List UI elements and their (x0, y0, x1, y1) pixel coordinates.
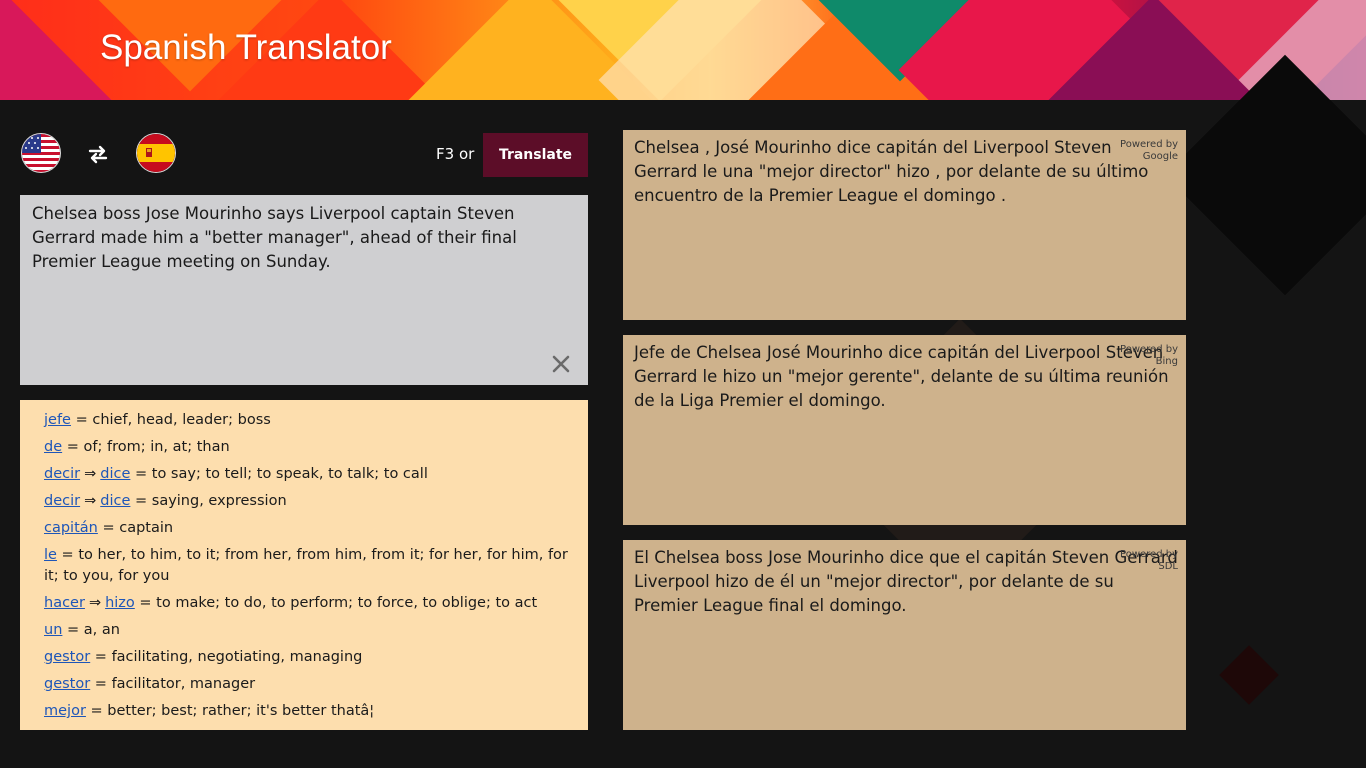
provider-name: Bing (1155, 356, 1178, 367)
translation-text: El Chelsea boss Jose Mourinho dice que e… (634, 548, 1178, 615)
dictionary-word-link[interactable]: le (44, 547, 57, 563)
dictionary-form-link[interactable]: hizo (105, 595, 135, 611)
dictionary-definition: = captain (97, 520, 174, 536)
translation-text: Chelsea , José Mourinho dice capitán del… (634, 138, 1149, 205)
provider-name: SDL (1158, 561, 1178, 572)
dictionary-word-link[interactable]: jefe (44, 412, 71, 428)
dictionary-word-link[interactable]: decir (44, 466, 80, 482)
dictionary-word-link[interactable]: de (44, 439, 62, 455)
dictionary-definition: = facilitator, manager (90, 676, 256, 692)
sdl-translation-card: El Chelsea boss Jose Mourinho dice que e… (623, 540, 1186, 730)
dictionary-entry: jefe = chief, head, leader; boss (44, 410, 568, 431)
bing-translation-card: Jefe de Chelsea José Mourinho dice capit… (623, 335, 1186, 525)
dictionary-entry: gestor = facilitator, manager (44, 674, 568, 695)
app-title: Spanish Translator (100, 28, 392, 67)
translate-button[interactable]: Translate (483, 133, 588, 177)
powered-by-sdl: Powered by SDL (1108, 549, 1178, 573)
dictionary-word-link[interactable]: un (44, 622, 62, 638)
dictionary-word-link[interactable]: gestor (44, 676, 90, 692)
dictionary-word-link[interactable]: mejor (44, 703, 86, 719)
inflection-arrow: ⇒ (84, 493, 97, 509)
swap-arrows-icon[interactable] (86, 142, 110, 166)
dictionary-entry: decir ⇒ dice = saying, expression (44, 491, 568, 512)
dictionary-entry: mejor = better; best; rather; it's bette… (44, 701, 568, 722)
dictionary-entry: capitán = captain (44, 518, 568, 539)
dictionary-definition: = to her, to him, to it; from her, from … (44, 547, 568, 584)
dictionary-form-link[interactable]: dice (100, 493, 130, 509)
dictionary-definition: = facilitating, negotiating, managing (90, 649, 363, 665)
spain-flag-icon (137, 134, 175, 172)
dictionary-entry: le = to her, to him, to it; from her, fr… (44, 545, 568, 587)
powered-by-label: Powered by (1120, 549, 1178, 560)
dictionary-definition: = chief, head, leader; boss (70, 412, 271, 428)
dictionary-word-link[interactable]: capitán (44, 520, 98, 536)
inflection-arrow: ⇒ (88, 595, 102, 611)
powered-by-bing: Powered by Bing (1108, 344, 1178, 368)
inflection-arrow: ⇒ (84, 466, 97, 482)
target-language-flag[interactable] (136, 133, 176, 173)
us-flag-icon (22, 134, 60, 172)
provider-name: Google (1142, 151, 1178, 162)
dictionary-word-link[interactable]: decir (44, 493, 80, 509)
dictionary-definition: = better; best; rather; it's better that… (85, 703, 375, 719)
powered-by-label: Powered by (1120, 139, 1178, 150)
close-icon[interactable] (550, 353, 572, 375)
dictionary-definition: = of; from; in, at; than (62, 439, 230, 455)
dictionary-form-link[interactable]: dice (100, 466, 130, 482)
dictionary-entry: gestor = facilitating, negotiating, mana… (44, 647, 568, 668)
background-decoration (1219, 645, 1279, 705)
dictionary-panel[interactable]: jefe = chief, head, leader; boss de = of;… (20, 400, 588, 730)
dictionary-entry: de = of; from; in, at; than (44, 437, 568, 458)
dictionary-word-link[interactable]: hacer (44, 595, 85, 611)
header-banner: Spanish Translator (0, 0, 1366, 100)
source-language-flag[interactable] (21, 133, 61, 173)
powered-by-label: Powered by (1120, 344, 1178, 355)
dictionary-entry: hacer ⇒ hizo = to make; to do, to perform;… (44, 593, 568, 614)
dictionary-definition: = to say; to tell; to speak, to talk; to… (130, 466, 428, 482)
dictionary-definition: = a, an (62, 622, 120, 638)
dictionary-word-link[interactable]: gestor (44, 649, 90, 665)
dictionary-definition: = saying, expression (130, 493, 287, 509)
source-text-input[interactable]: Chelsea boss Jose Mourinho says Liverpoo… (20, 195, 588, 385)
dictionary-entry: decir ⇒ dice = to say; to tell; to speak, … (44, 464, 568, 485)
dictionary-definition: = to make; to do, to perform; to force, … (134, 595, 538, 611)
google-translation-card: Chelsea , José Mourinho dice capitán del… (623, 130, 1186, 320)
translation-text: Jefe de Chelsea José Mourinho dice capit… (634, 343, 1169, 410)
source-text[interactable]: Chelsea boss Jose Mourinho says Liverpoo… (32, 202, 572, 274)
shortcut-label: F3 or (436, 145, 475, 163)
dictionary-entry: un = a, an (44, 620, 568, 641)
powered-by-google: Powered by Google (1108, 139, 1178, 163)
